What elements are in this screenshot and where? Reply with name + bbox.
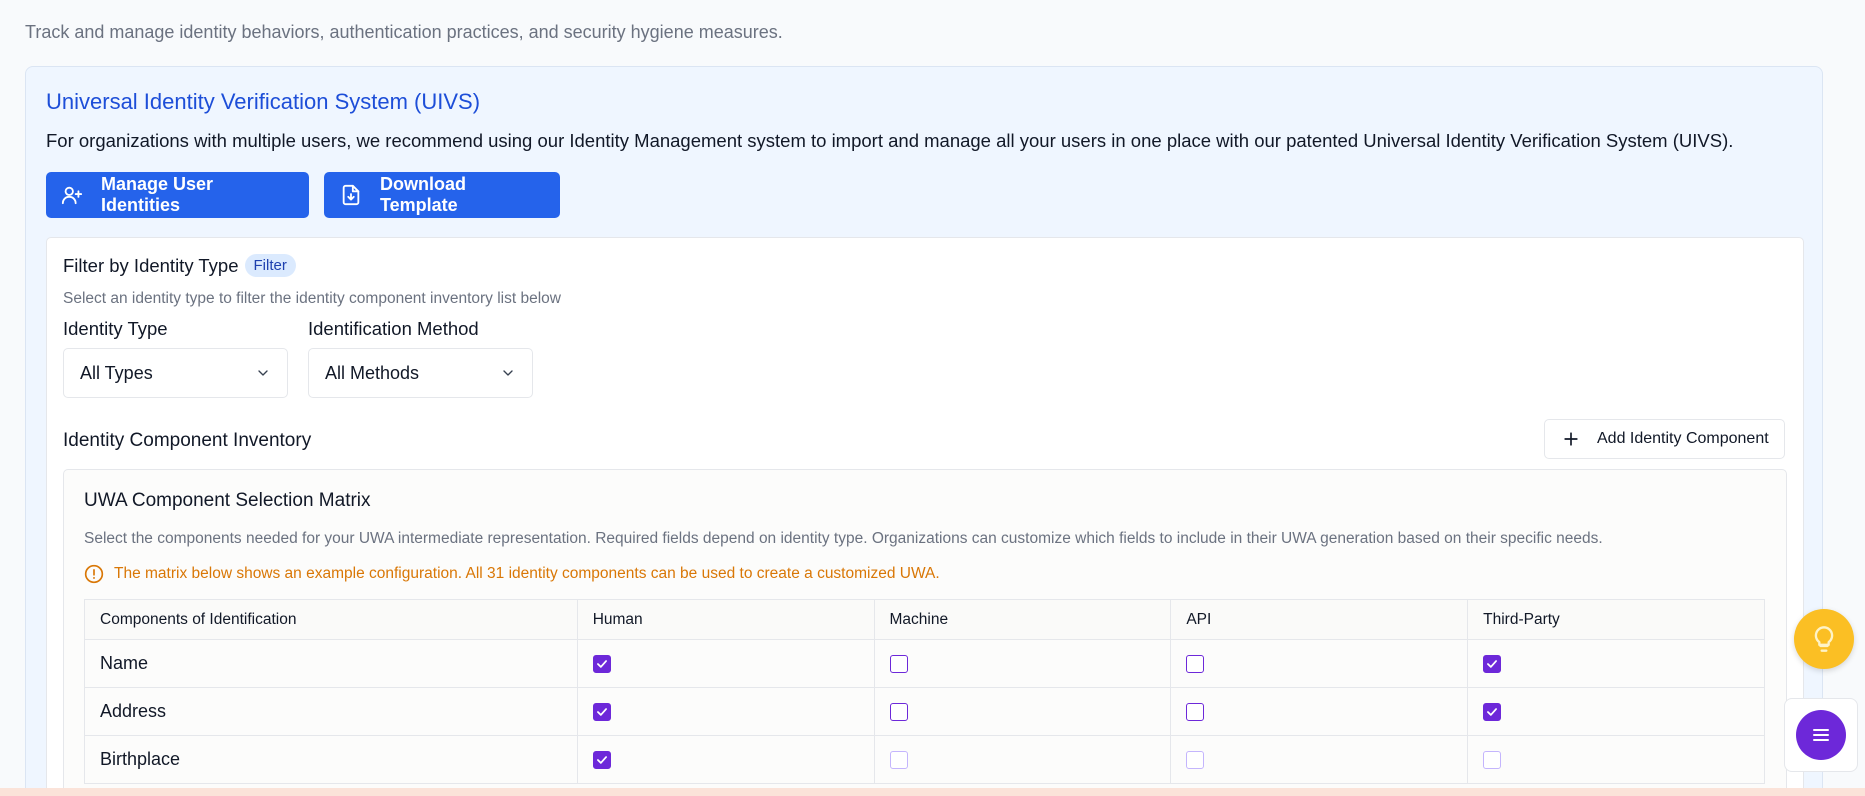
matrix-cell-human — [576, 687, 875, 736]
checkbox-third-party[interactable] — [1483, 751, 1502, 770]
download-template-button[interactable]: Download Template — [324, 172, 560, 218]
manage-button-label: Manage User Identities — [101, 174, 214, 215]
table-header-row: Components of Identification Human Machi… — [84, 599, 1765, 640]
inventory-title: Identity Component Inventory — [63, 430, 312, 451]
bottom-strip — [0, 788, 1865, 796]
table-row: Birthplace — [84, 735, 1765, 784]
check-icon — [596, 708, 607, 717]
filter-title-text: Filter by Identity Type — [63, 254, 239, 276]
matrix-cell-machine — [873, 735, 1172, 784]
chevron-down-icon — [258, 370, 268, 376]
matrix-warning: The matrix below shows an example config… — [84, 564, 940, 584]
file-download-icon — [342, 184, 360, 206]
matrix-description: Select the components needed for your UW… — [84, 530, 1603, 547]
check-icon — [596, 756, 607, 765]
filter-badge: Filter — [244, 254, 296, 277]
chevron-down-icon — [503, 370, 513, 376]
column-header-human: Human — [576, 599, 875, 640]
identity-type-select[interactable]: All Types — [63, 348, 288, 398]
uivs-title: Universal Identity Verification System (… — [46, 89, 481, 114]
component-name-cell: Address — [84, 687, 578, 736]
component-matrix-table: Components of Identification Human Machi… — [84, 599, 1765, 784]
matrix-cell-machine — [873, 687, 1172, 736]
matrix-cell-third-party — [1467, 639, 1765, 688]
identification-method-select[interactable]: All Methods — [308, 348, 533, 398]
checkbox-machine[interactable] — [889, 655, 908, 674]
matrix-cell-third-party — [1467, 687, 1765, 736]
matrix-cell-api — [1170, 735, 1469, 784]
matrix-cell-third-party — [1467, 735, 1765, 784]
filter-card: Filter by Identity Type Filter Select an… — [46, 237, 1804, 796]
page-subtitle: Track and manage identity behaviors, aut… — [25, 22, 783, 42]
matrix-cell-human — [576, 639, 875, 688]
download-button-label: Download Template — [380, 174, 466, 215]
checkbox-api[interactable] — [1186, 655, 1205, 674]
table-row: Address — [84, 687, 1765, 736]
checkbox-machine[interactable] — [889, 703, 908, 722]
identity-type-label: Identity Type — [63, 318, 168, 339]
component-name-cell: Name — [84, 639, 578, 688]
add-button-label: Add Identity Component — [1597, 430, 1769, 447]
table-row: Name — [84, 639, 1765, 688]
uivs-panel: Universal Identity Verification System (… — [25, 66, 1823, 796]
matrix-title: UWA Component Selection Matrix — [84, 490, 371, 511]
column-header-components: Components of Identification — [84, 599, 578, 640]
matrix-cell-machine — [873, 639, 1172, 688]
column-header-machine: Machine — [873, 599, 1172, 640]
hint-fab-button[interactable] — [1794, 609, 1854, 669]
lightbulb-icon — [1814, 626, 1834, 652]
add-identity-component-button[interactable]: Add Identity Component — [1544, 419, 1785, 459]
manage-user-identities-button[interactable]: Manage User Identities — [46, 172, 309, 218]
menu-fab-button[interactable] — [1796, 710, 1846, 760]
identification-method-label: Identification Method — [308, 318, 479, 339]
uivs-description: For organizations with multiple users, w… — [46, 130, 1734, 151]
identity-type-value: All Types — [80, 362, 153, 383]
checkbox-machine[interactable] — [889, 751, 908, 770]
checkbox-third-party[interactable] — [1483, 655, 1502, 674]
checkbox-human[interactable] — [592, 655, 611, 674]
user-plus-icon — [61, 186, 83, 205]
checkbox-human[interactable] — [592, 703, 611, 722]
check-icon — [1487, 660, 1498, 669]
column-header-api: API — [1170, 599, 1469, 640]
checkbox-human[interactable] — [592, 751, 611, 770]
matrix-cell-api — [1170, 687, 1469, 736]
menu-fab-container — [1784, 698, 1858, 772]
checkbox-api[interactable] — [1186, 703, 1205, 722]
menu-icon — [1813, 729, 1829, 741]
checkbox-third-party[interactable] — [1483, 703, 1502, 722]
plus-icon — [1564, 432, 1578, 446]
matrix-cell-human — [576, 735, 875, 784]
identification-method-value: All Methods — [325, 362, 420, 383]
checkbox-api[interactable] — [1186, 751, 1205, 770]
matrix-cell-api — [1170, 639, 1469, 688]
matrix-warning-text: The matrix below shows an example config… — [114, 565, 940, 582]
column-header-third-party: Third-Party — [1467, 599, 1765, 640]
check-icon — [1487, 708, 1498, 717]
component-name-cell: Birthplace — [84, 735, 578, 784]
alert-circle-icon — [84, 564, 104, 584]
filter-hint: Select an identity type to filter the id… — [63, 290, 561, 307]
check-icon — [596, 660, 607, 669]
matrix-card: UWA Component Selection Matrix Select th… — [63, 469, 1787, 796]
filter-title: Filter by Identity Type Filter — [63, 254, 296, 277]
